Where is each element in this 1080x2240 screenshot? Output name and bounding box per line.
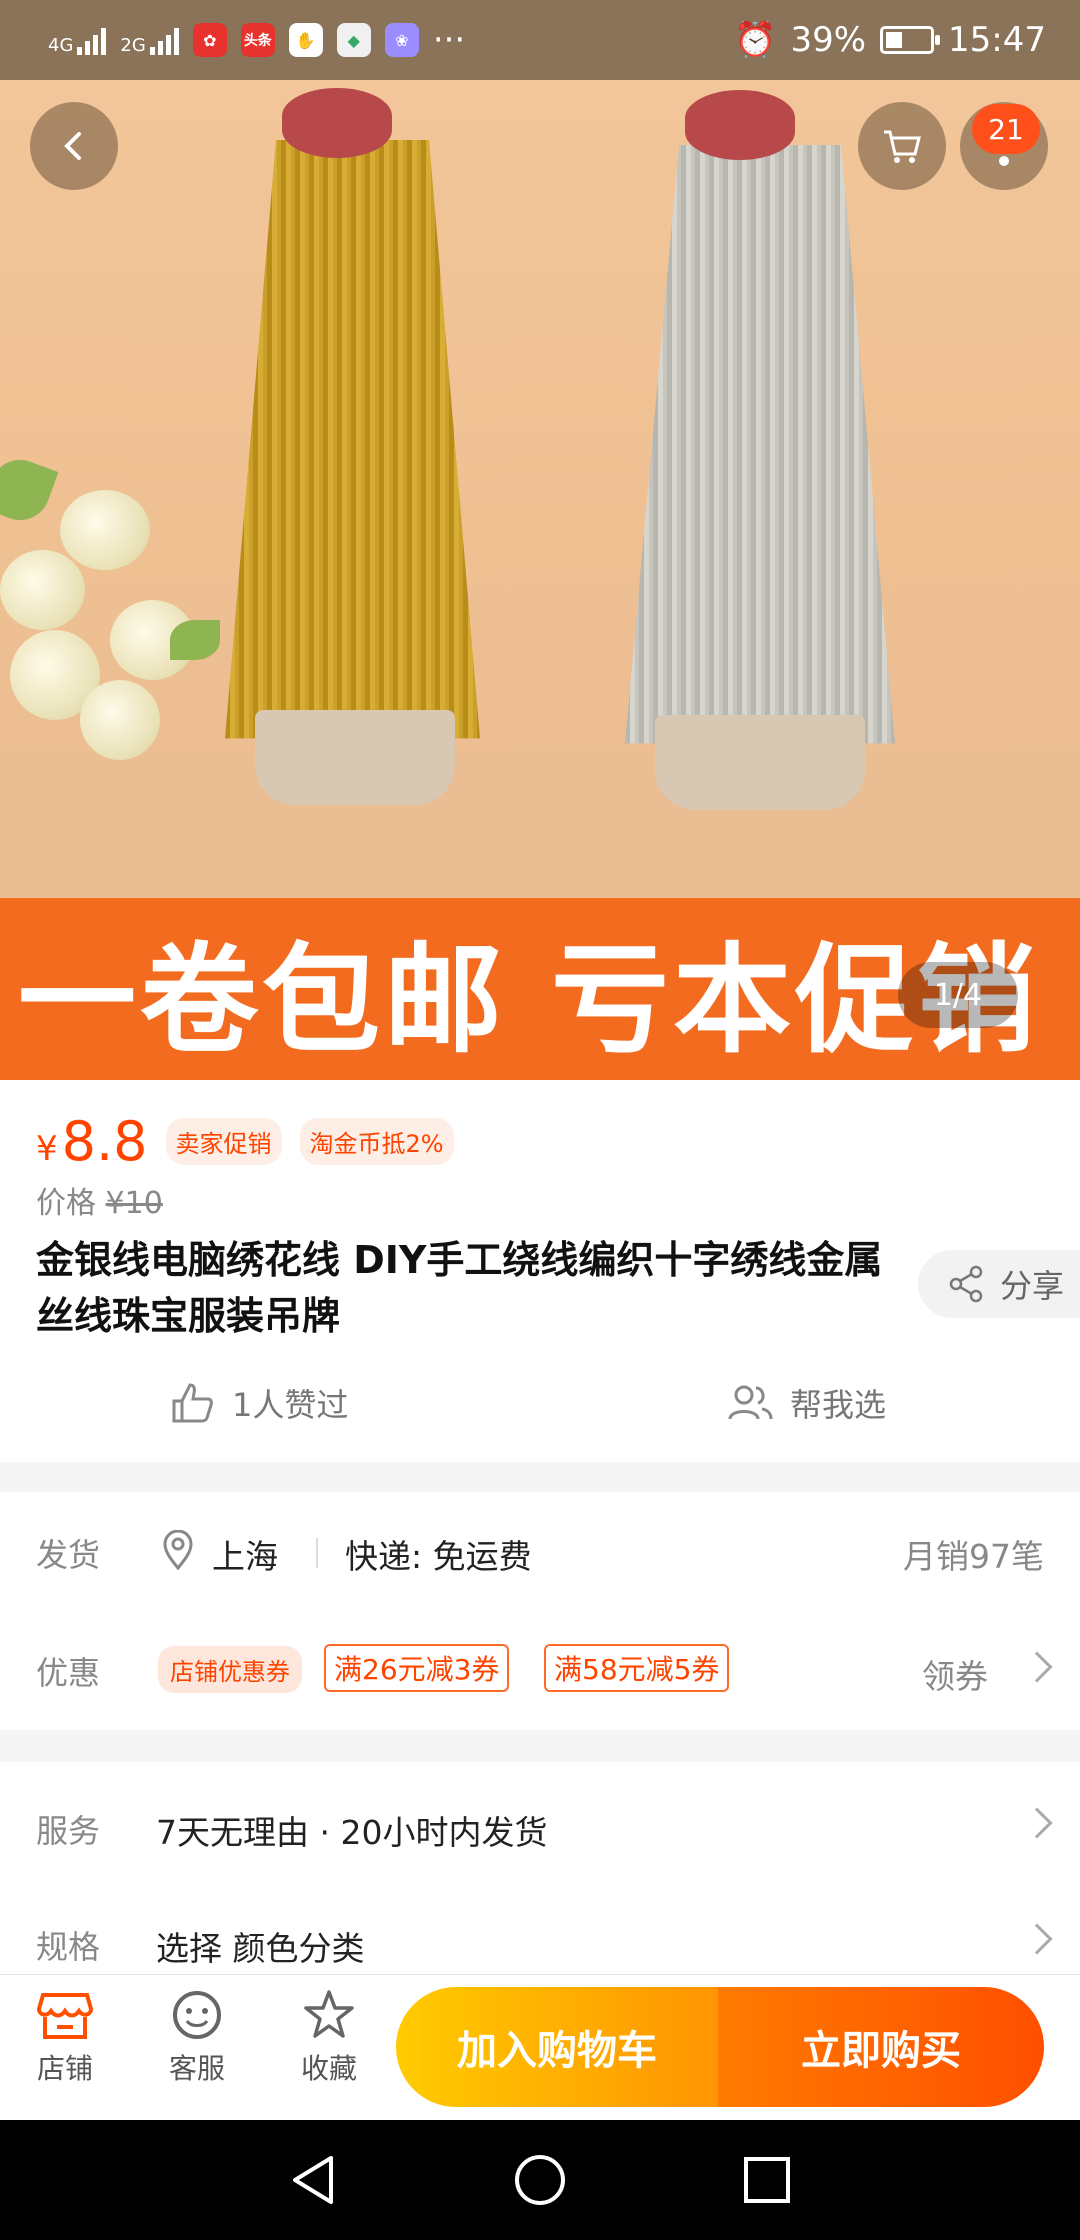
current-price: ¥8.8 bbox=[36, 1110, 148, 1173]
gold-spool-cap bbox=[282, 88, 392, 158]
nav-home-icon[interactable] bbox=[512, 2152, 568, 2208]
coupon-58-5[interactable]: 满58元减5券 bbox=[544, 1644, 730, 1692]
star-icon bbox=[304, 1990, 354, 2038]
divider bbox=[316, 1538, 318, 1568]
service-value[interactable]: 7天无理由 · 20小时内发货 bbox=[156, 1806, 547, 1854]
clock: 15:47 bbox=[948, 20, 1046, 60]
share-button[interactable]: 分享 bbox=[918, 1250, 1080, 1318]
ship-from-location: 上海 bbox=[212, 1537, 278, 1576]
coupon-26-3[interactable]: 满26元减3券 bbox=[324, 1644, 510, 1692]
help-choose-button[interactable]: 帮我选 bbox=[726, 1380, 886, 1426]
likes-count: 1人赞过 bbox=[232, 1386, 349, 1424]
favorite-tab[interactable]: 收藏 bbox=[274, 1989, 384, 2087]
alarm-icon: ⏰ bbox=[734, 20, 777, 60]
original-price: 价格 ¥10 bbox=[36, 1178, 163, 1222]
delivery-fee: 快递: 免运费 bbox=[345, 1537, 532, 1576]
spec-select[interactable]: 选择 颜色分类 bbox=[156, 1922, 365, 1970]
product-image-carousel[interactable]: 一卷包邮 亏本促销 bbox=[0, 80, 1080, 1080]
nav-back-icon[interactable] bbox=[287, 2152, 339, 2208]
message-count-badge: 21 bbox=[972, 104, 1040, 154]
store-tab[interactable]: 店铺 bbox=[10, 1989, 120, 2087]
toutiao-icon: 头条 bbox=[240, 23, 275, 57]
decorative-flowers bbox=[0, 451, 230, 790]
offers-label: 优惠 bbox=[36, 1654, 101, 1692]
silver-spool-cap bbox=[685, 90, 795, 160]
people-icon bbox=[728, 1385, 773, 1420]
monthly-sales: 月销97笔 bbox=[903, 1537, 1044, 1576]
spec-label: 规格 bbox=[36, 1928, 101, 1966]
store-icon bbox=[37, 1993, 93, 2039]
add-to-cart-button[interactable]: 加入购物车 bbox=[396, 1987, 718, 2107]
cart-icon bbox=[884, 130, 921, 163]
original-price-label: 价格 bbox=[36, 1186, 96, 1221]
claim-coupon-button[interactable]: 领券 bbox=[922, 1650, 988, 1698]
toutiao-icon-text: 头条 bbox=[243, 33, 272, 49]
store-coupon-tag: 店铺优惠券 bbox=[158, 1646, 302, 1693]
service-label: 服务 bbox=[36, 1812, 101, 1850]
hand-icon: ✋ bbox=[288, 23, 323, 57]
system-nav-bar bbox=[0, 2120, 1080, 2240]
price-value: 8.8 bbox=[61, 1110, 148, 1173]
back-button[interactable] bbox=[30, 102, 118, 190]
currency-symbol: ¥ bbox=[36, 1129, 58, 1169]
thumbs-up-icon bbox=[172, 1383, 213, 1423]
more-notifications: ··· bbox=[432, 20, 466, 60]
network-type-2: 2G bbox=[120, 35, 146, 56]
location-icon bbox=[163, 1530, 193, 1570]
seller-promo-tag: 卖家促销 bbox=[165, 1118, 282, 1165]
gallery-icon: ❀ bbox=[384, 23, 419, 57]
share-label: 分享 bbox=[1000, 1267, 1065, 1305]
status-bar: 4G 2G ✿ 头条 ✋ ◆ ❀ ··· ⏰ 39% 15:47 bbox=[0, 0, 1080, 80]
signal-4g-icon: 4G bbox=[48, 25, 107, 56]
shipping-label: 发货 bbox=[36, 1536, 101, 1574]
price-row: ¥8.8 卖家促销 淘金币抵2% bbox=[36, 1110, 454, 1173]
original-price-value: ¥10 bbox=[105, 1186, 163, 1221]
product-title: 金银线电脑绣花线 DIY手工绕线编织十字绣线金属丝线珠宝服装吊牌 bbox=[36, 1238, 883, 1338]
app-icon: ◆ bbox=[336, 23, 371, 57]
image-counter: 1/4 bbox=[898, 962, 1018, 1028]
nav-recents-icon[interactable] bbox=[741, 2154, 793, 2206]
network-type-1: 4G bbox=[48, 35, 74, 56]
favorite-label: 收藏 bbox=[300, 2052, 357, 2085]
share-icon bbox=[949, 1265, 983, 1303]
battery-icon bbox=[880, 26, 941, 54]
help-choose-label: 帮我选 bbox=[790, 1386, 887, 1424]
app-notification-icon: ✿ bbox=[192, 23, 227, 57]
smiley-service-icon bbox=[173, 1991, 221, 2039]
bottom-action-bar: 店铺 客服 收藏 加入购物车 立即购买 bbox=[0, 1974, 1080, 2120]
promo-text: 一卷包邮 亏本促销 bbox=[18, 930, 1040, 1069]
more-dot-icon bbox=[999, 156, 1009, 166]
battery-percent: 39% bbox=[790, 20, 867, 60]
shipping-offers-card bbox=[0, 1492, 1080, 1730]
cart-button[interactable] bbox=[858, 102, 946, 190]
buy-now-button[interactable]: 立即购买 bbox=[718, 1987, 1044, 2107]
gold-spool-base bbox=[255, 710, 455, 805]
like-button[interactable]: 1人赞过 bbox=[170, 1380, 348, 1426]
signal-2g-icon: 2G bbox=[120, 25, 179, 56]
service-tab-label: 客服 bbox=[168, 2052, 225, 2085]
back-arrow-icon bbox=[64, 132, 81, 160]
silver-spool-base bbox=[655, 715, 865, 810]
taojinbi-tag: 淘金币抵2% bbox=[299, 1118, 454, 1165]
customer-service-tab[interactable]: 客服 bbox=[142, 1989, 252, 2087]
store-label: 店铺 bbox=[36, 2052, 93, 2085]
